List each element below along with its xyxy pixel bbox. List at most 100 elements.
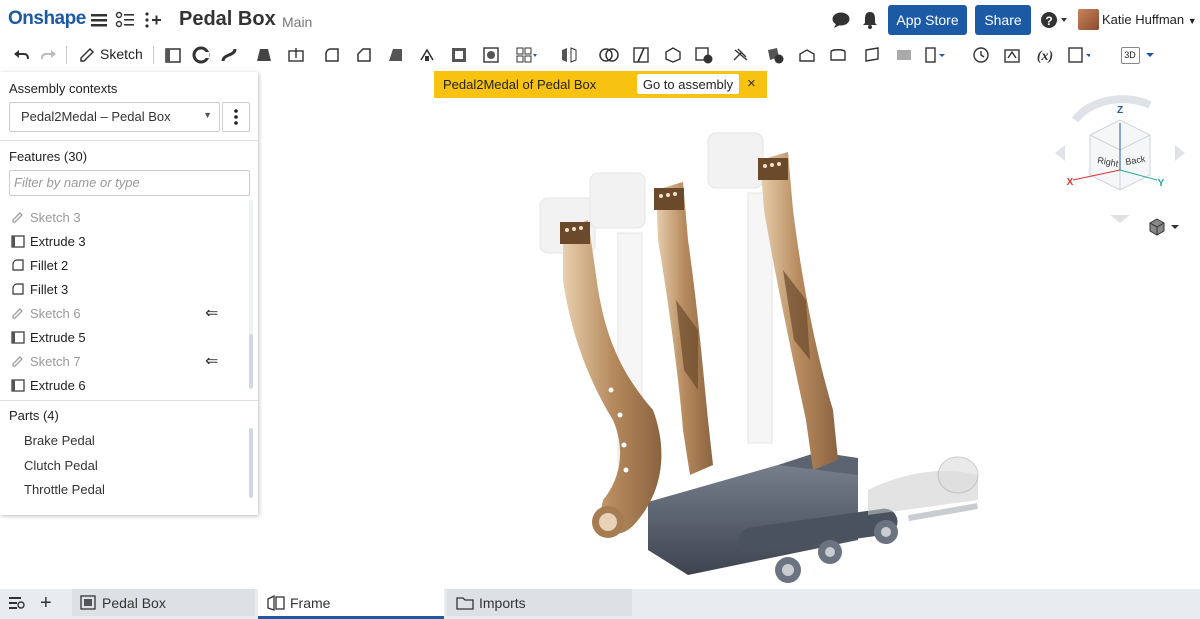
branch-label[interactable]: Main: [282, 14, 312, 30]
chamfer-icon[interactable]: [353, 44, 375, 66]
comments-icon[interactable]: [831, 10, 851, 30]
part-item[interactable]: Clutch Pedal: [24, 458, 98, 473]
notifications-icon[interactable]: [860, 10, 880, 30]
sketch-button[interactable]: Sketch: [100, 46, 143, 62]
curve-icon[interactable]: [925, 44, 947, 66]
tab-manager-icon[interactable]: [8, 595, 26, 616]
feature-filter-input[interactable]: Filter by name or type: [9, 170, 250, 196]
banner-text: Pedal2Medal of Pedal Box: [443, 77, 597, 92]
transform-icon[interactable]: [662, 44, 684, 66]
tab-imports[interactable]: Imports: [447, 589, 632, 616]
menu-icon[interactable]: [89, 10, 109, 30]
mirror-icon[interactable]: [558, 44, 580, 66]
surface-icon[interactable]: [861, 44, 883, 66]
document-title[interactable]: Pedal Box: [179, 8, 276, 31]
feature-item[interactable]: Fillet 2: [10, 255, 68, 275]
parts-scrollbar-thumb[interactable]: [249, 428, 253, 498]
feature-label: Extrude 5: [30, 329, 86, 345]
features-title: Features (30): [9, 149, 88, 164]
assembly-context-select[interactable]: Pedal2Medal – Pedal Box ▼: [9, 102, 220, 132]
part-item[interactable]: Brake Pedal: [24, 433, 95, 448]
brake-pedal[interactable]: [560, 220, 662, 538]
feature-list-icon[interactable]: [115, 10, 135, 30]
part-item[interactable]: Throttle Pedal: [24, 482, 105, 497]
feature-item[interactable]: Extrude 5: [10, 327, 86, 347]
tab-label: Imports: [479, 594, 526, 611]
loft-icon[interactable]: [253, 44, 275, 66]
sketch-icon: [10, 305, 26, 321]
undo-icon[interactable]: [10, 44, 32, 66]
sketch-icon[interactable]: [76, 44, 98, 66]
variable-icon[interactable]: (x): [1031, 44, 1059, 66]
custom-feature-icon[interactable]: [1068, 44, 1090, 66]
shaded-cube-icon: [1149, 218, 1165, 236]
feature-label: Sketch 3: [30, 209, 81, 225]
user-menu[interactable]: Katie Huffman ▼: [1102, 12, 1197, 27]
plane-icon[interactable]: [893, 44, 915, 66]
view-cube[interactable]: Z X Y Right Back: [1045, 85, 1195, 225]
modify-icon[interactable]: [730, 44, 752, 66]
hole-icon[interactable]: [480, 44, 502, 66]
view-mode-label: 3D: [1120, 46, 1140, 64]
fillet-icon[interactable]: [321, 44, 343, 66]
feature-item[interactable]: Extrude 6: [10, 375, 86, 395]
parts-title: Parts (4): [9, 408, 59, 423]
extrude-icon: [10, 377, 26, 393]
close-icon[interactable]: ×: [747, 75, 756, 92]
go-to-assembly-button[interactable]: Go to assembly: [637, 74, 739, 94]
arrow-left-icon[interactable]: ⇐: [205, 303, 218, 323]
thicken-icon[interactable]: [285, 44, 307, 66]
sweep-icon[interactable]: [218, 44, 240, 66]
svg-text:(x): (x): [1037, 49, 1053, 64]
filter-placeholder: Filter by name or type: [14, 175, 140, 190]
frame-icon[interactable]: [827, 44, 849, 66]
share-button[interactable]: Share: [975, 5, 1031, 35]
redo-icon[interactable]: [38, 44, 60, 66]
feature-label: Fillet 3: [30, 281, 69, 297]
extrude-icon[interactable]: [162, 44, 184, 66]
insert-icon[interactable]: [143, 10, 163, 30]
chevron-down-icon: ▼: [1187, 16, 1197, 26]
assembly-icon: [80, 594, 98, 611]
onshape-logo[interactable]: Onshape: [8, 8, 86, 30]
app-store-button[interactable]: App Store: [888, 5, 967, 35]
feature-item[interactable]: Sketch 3: [10, 207, 81, 227]
mate-connector-icon[interactable]: [970, 44, 992, 66]
rib-icon[interactable]: [416, 44, 438, 66]
sheet-metal-icon[interactable]: [796, 44, 818, 66]
avatar[interactable]: [1078, 9, 1099, 30]
tab-label: Pedal Box: [102, 594, 166, 611]
y-axis-label: Y: [1158, 178, 1165, 189]
fit-spline-icon[interactable]: [1001, 44, 1023, 66]
display-mode-button[interactable]: [1148, 217, 1188, 237]
tab-frame[interactable]: Frame: [258, 589, 444, 619]
clutch-pedal[interactable]: [654, 182, 713, 475]
shell-icon[interactable]: [448, 44, 470, 66]
pattern-icon[interactable]: [516, 44, 538, 66]
tab-label: Frame: [290, 594, 331, 611]
split-icon[interactable]: [630, 44, 652, 66]
add-tab-icon[interactable]: +: [40, 592, 52, 615]
top-bar: Onshape Pedal Box Main App Store Share ?…: [0, 0, 1200, 40]
view-mode-toggle[interactable]: 3D: [1120, 44, 1140, 66]
delete-face-icon[interactable]: [764, 44, 786, 66]
delete-part-icon[interactable]: [693, 44, 715, 66]
draft-icon[interactable]: [385, 44, 407, 66]
more-vertical-icon: [234, 109, 238, 125]
arrow-left-icon[interactable]: ⇐: [205, 351, 218, 371]
feature-item[interactable]: Fillet 3: [10, 279, 68, 299]
chevron-down-icon[interactable]: [1143, 44, 1157, 66]
chevron-down-icon: ▼: [203, 110, 212, 120]
help-icon[interactable]: ?: [1040, 10, 1070, 30]
bottom-tab-bar: + Pedal Box Frame Imports: [0, 589, 1200, 619]
feature-item[interactable]: Sketch 7: [10, 351, 81, 371]
feature-scrollbar-thumb[interactable]: [249, 334, 253, 388]
fillet-icon: [10, 281, 26, 297]
feature-item[interactable]: Sketch 6: [10, 303, 81, 323]
context-menu-button[interactable]: [222, 102, 250, 132]
revolve-icon[interactable]: [190, 44, 212, 66]
assembly-contexts-title: Assembly contexts: [9, 81, 118, 96]
tab-pedal-box[interactable]: Pedal Box: [72, 589, 255, 616]
boolean-icon[interactable]: [598, 44, 620, 66]
feature-item[interactable]: Extrude 3: [10, 231, 86, 251]
